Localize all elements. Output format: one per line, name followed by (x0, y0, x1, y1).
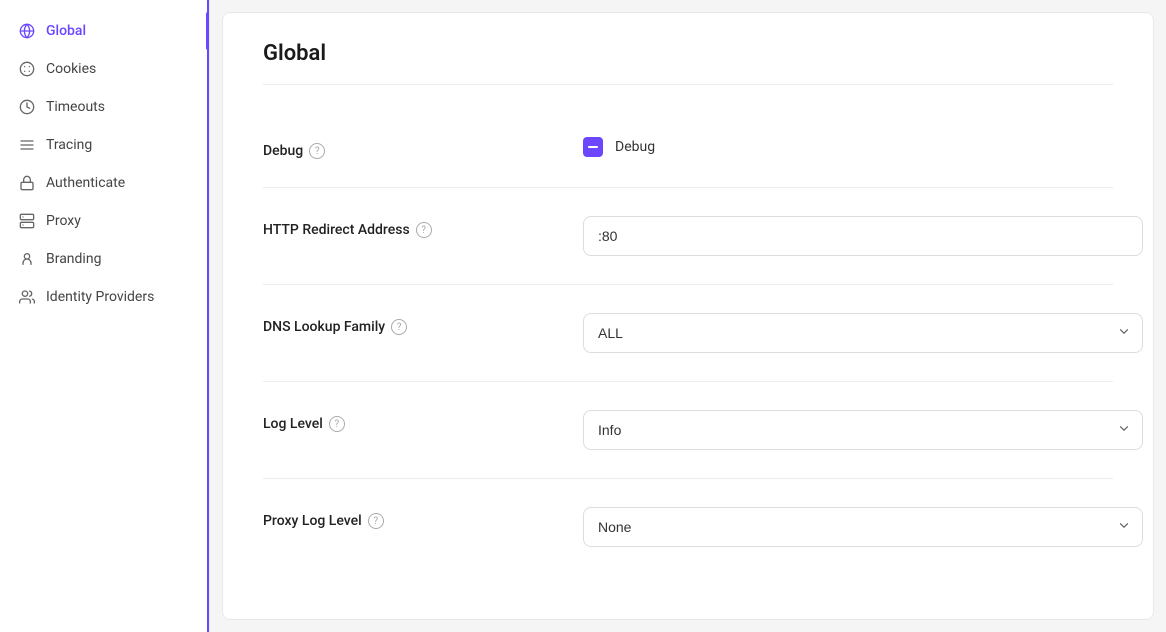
proxy-log-level-select-wrapper: None Trace Debug Info Warn Error (583, 507, 1143, 547)
users-icon (18, 288, 36, 306)
debug-section: Debug ? Debug (263, 109, 1113, 188)
debug-label-col: Debug ? (263, 137, 543, 159)
sidebar-item-proxy[interactable]: Proxy (0, 202, 209, 240)
proxy-log-level-label-col: Proxy Log Level ? (263, 507, 543, 529)
cookie-icon (18, 60, 36, 78)
http-redirect-label-col: HTTP Redirect Address ? (263, 216, 543, 238)
sidebar-item-branding-label: Branding (46, 251, 101, 267)
proxy-log-level-section: Proxy Log Level ? None Trace Debug Info … (263, 479, 1113, 575)
log-level-section: Log Level ? Trace Debug Info Warn Error (263, 382, 1113, 479)
page-title: Global (263, 41, 1113, 85)
sidebar-item-global-label: Global (46, 23, 86, 39)
http-redirect-control-col (583, 216, 1143, 256)
user-circle-icon (18, 250, 36, 268)
dns-label: DNS Lookup Family (263, 319, 385, 335)
debug-control-col: Debug (583, 137, 1113, 157)
http-redirect-section: HTTP Redirect Address ? (263, 188, 1113, 285)
clock-icon (18, 98, 36, 116)
log-level-help-icon[interactable]: ? (329, 416, 345, 432)
globe-icon (18, 22, 36, 40)
log-level-label: Log Level (263, 416, 323, 432)
sidebar-item-tracing-label: Tracing (46, 137, 92, 153)
sidebar-item-authenticate-label: Authenticate (46, 175, 125, 191)
dns-lookup-select[interactable]: ALL V4_ONLY V6_ONLY AUTO (583, 313, 1143, 353)
sidebar-item-proxy-label: Proxy (46, 213, 81, 229)
sidebar-item-timeouts[interactable]: Timeouts (0, 88, 209, 126)
sidebar-item-tracing[interactable]: Tracing (0, 126, 209, 164)
log-level-label-col: Log Level ? (263, 410, 543, 432)
sidebar-item-authenticate[interactable]: Authenticate (0, 164, 209, 202)
proxy-log-level-select[interactable]: None Trace Debug Info Warn Error (583, 507, 1143, 547)
main-content: Global Debug ? Debug HTTP Redirect Addre… (222, 12, 1154, 620)
debug-help-icon[interactable]: ? (309, 143, 325, 159)
dns-help-icon[interactable]: ? (391, 319, 407, 335)
proxy-log-level-help-icon[interactable]: ? (368, 513, 384, 529)
sidebar-item-cookies[interactable]: Cookies (0, 50, 209, 88)
sidebar-item-identity-providers-label: Identity Providers (46, 289, 154, 305)
log-level-control-col: Trace Debug Info Warn Error (583, 410, 1143, 450)
debug-checkbox[interactable] (583, 137, 603, 157)
proxy-log-level-label: Proxy Log Level (263, 513, 362, 529)
checkbox-minus-icon (588, 146, 598, 148)
log-level-select-wrapper: Trace Debug Info Warn Error (583, 410, 1143, 450)
proxy-log-level-control-col: None Trace Debug Info Warn Error (583, 507, 1143, 547)
sidebar-item-identity-providers[interactable]: Identity Providers (0, 278, 209, 316)
sidebar: Global Cookies Timeouts Tracing (0, 0, 210, 632)
lock-icon (18, 174, 36, 192)
server-icon (18, 212, 36, 230)
http-redirect-label: HTTP Redirect Address (263, 222, 410, 238)
sidebar-item-global[interactable]: Global (0, 12, 209, 50)
http-redirect-help-icon[interactable]: ? (416, 222, 432, 238)
list-icon (18, 136, 36, 154)
debug-checkbox-label: Debug (615, 139, 655, 155)
sidebar-item-timeouts-label: Timeouts (46, 99, 105, 115)
sidebar-item-cookies-label: Cookies (46, 61, 96, 77)
sidebar-item-branding[interactable]: Branding (0, 240, 209, 278)
dns-select-wrapper: ALL V4_ONLY V6_ONLY AUTO (583, 313, 1143, 353)
dns-section: DNS Lookup Family ? ALL V4_ONLY V6_ONLY … (263, 285, 1113, 382)
dns-control-col: ALL V4_ONLY V6_ONLY AUTO (583, 313, 1143, 353)
http-redirect-input[interactable] (583, 216, 1143, 256)
debug-label: Debug (263, 143, 303, 159)
dns-label-col: DNS Lookup Family ? (263, 313, 543, 335)
log-level-select[interactable]: Trace Debug Info Warn Error (583, 410, 1143, 450)
